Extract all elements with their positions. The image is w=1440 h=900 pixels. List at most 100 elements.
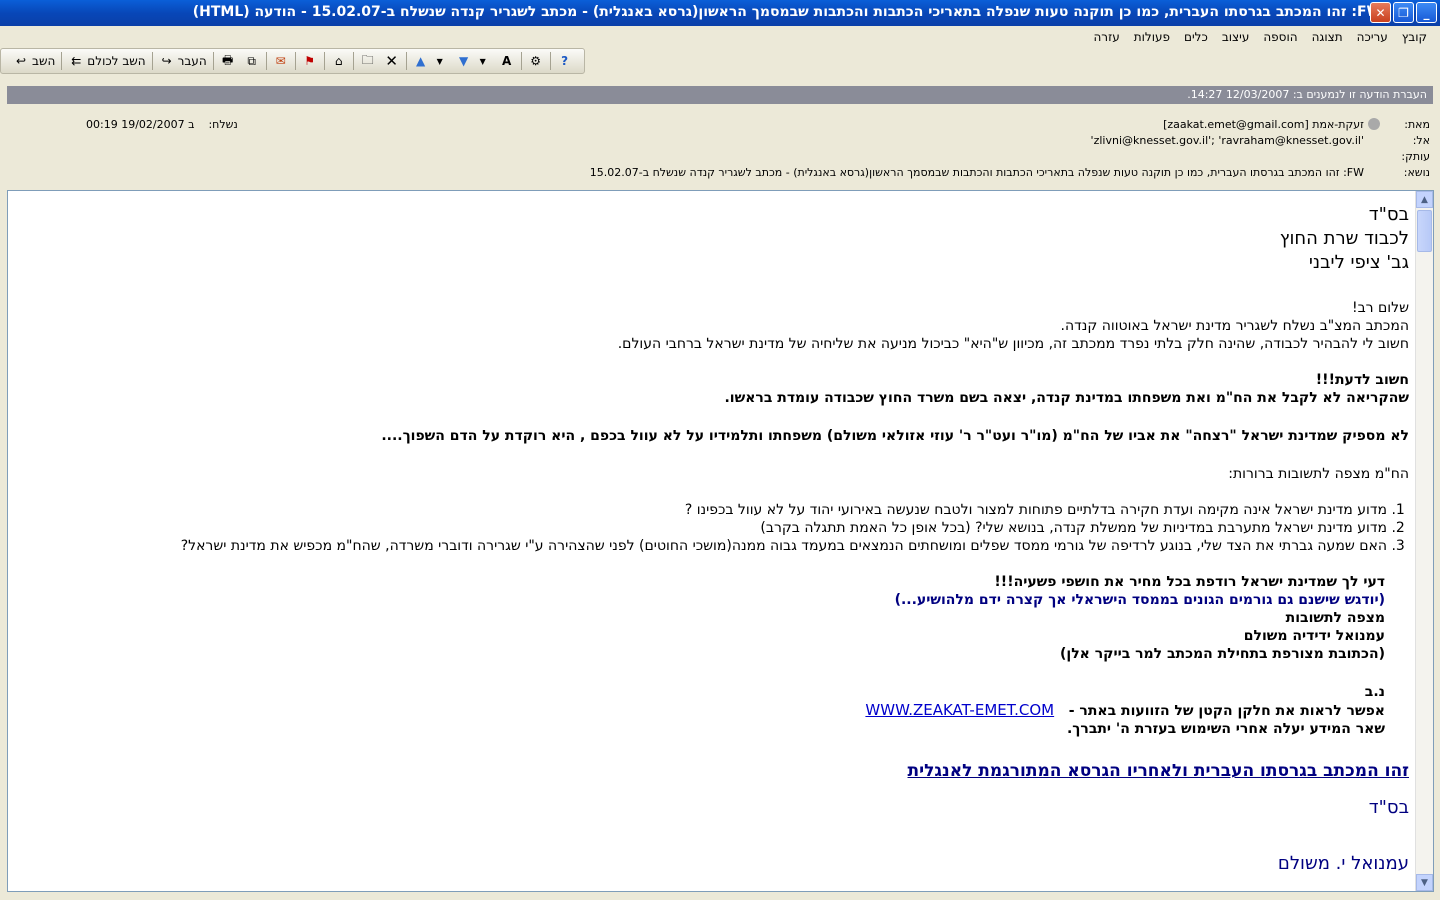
printer-icon: 🖶 [221,52,234,67]
menu-item[interactable]: קובץ [1395,30,1434,44]
reply-label: השב [32,54,56,68]
next-item-button[interactable]: ▼ ▼ [452,50,495,72]
toolbar-separator [151,52,153,70]
forward-icon: ↪ [161,54,172,68]
sent-info: נשלח: ב 19/02/2007 00:19 [86,118,238,131]
website-link[interactable]: WWW.ZEAKAT-EMET.COM [865,701,1054,719]
move-button[interactable]: 🗀 [356,50,380,72]
status-icon [1368,118,1380,130]
scroll-up-button[interactable]: ▲ [1416,191,1433,208]
scroll-down-button[interactable]: ▼ [1416,874,1433,891]
cc-row: עותק: [1384,150,1440,166]
dropdown-icon: ▼ [479,56,486,66]
dropdown-icon: ▼ [436,56,443,66]
awaiting-answers: מצפה לתשובות [1285,610,1385,626]
menu-item[interactable]: עזרה [1086,30,1126,44]
flag-button[interactable]: ⚑ [298,50,322,72]
toolbar-separator [405,52,407,70]
delete-button[interactable]: ✕ [380,50,404,72]
paragraph-2: חשוב לי להבהיר לכבודה, שהינה חלק בלתי נפ… [617,336,1409,352]
menu-item[interactable]: עיצוב [1215,30,1257,44]
menu-item[interactable]: פעולות [1127,30,1177,44]
nb-line-1-text: אפשר לראות את חלקן הקטן של הזוועות באתר … [1068,703,1385,719]
nb-title: נ.ב [1364,684,1385,700]
to-row: אל: 'zlivni@knesset.gov.il'; 'ravraham@k… [1091,134,1440,150]
message-header: מאת: זעקת-אמת [zaakat.emet@gmail.com] אל… [0,110,1440,186]
subject-value: FW: זהו המכתב בגרסתו העברית, כמו כן תוקנ… [589,166,1364,179]
restore-button[interactable]: ❐ [1393,2,1414,23]
junk-button[interactable]: ✉ [269,50,293,72]
hebrew-version-link[interactable]: זהו המכתב בגרסתו העברית ולאחריו הגרסא המ… [908,761,1410,781]
not-enough-text: לא מספיק שמדינת ישראל "רצחה" את אביו של … [381,428,1409,444]
reply-all-label: השב לכולם [87,54,146,68]
from-label: מאת: [1404,118,1430,131]
menu-bar: קובץ עריכה תצוגה הוספה עיצוב כלים פעולות עזרה [0,26,1440,48]
help-icon: ? [561,54,569,68]
print-button[interactable]: 🖶 [216,50,240,72]
important-text: שהקריאה לא לקבל את הח"מ ואת משפחתו במדינ… [724,390,1409,406]
nb-line-2: שאר המידע יעלה אחרי השימוש בעזרת ה' יתבר… [1066,721,1385,737]
signature-2: עמנואל י. משולם [1277,853,1409,874]
from-row: מאת: זעקת-אמת [zaakat.emet@gmail.com] [1163,118,1440,134]
recipient-title: לכבוד שרת החוץ [1279,228,1409,249]
know-note: (יודגש שישנם גם גורמים הגונים בממסד הישר… [894,592,1385,608]
reply-all-button[interactable]: ⇇ השב לכולם [64,50,149,72]
delete-icon: ✕ [385,52,398,70]
menu-item[interactable]: הוספה [1256,30,1304,44]
bsd-heading: בס"ד [1368,204,1409,225]
address-book-icon: ⌂ [334,54,343,68]
from-value[interactable]: זעקת-אמת [zaakat.emet@gmail.com] [1163,118,1364,134]
font-size-button[interactable]: A [495,50,519,72]
question-3: האם שמעה גברתי את הצד שלי, בנוגע לרדיפה … [29,537,1387,555]
title-bar: FW: זהו המכתב בגרסתו העברית, כמו כן תוקנ… [0,0,1440,26]
hebrew-version-link-row: זהו המכתב בגרסתו העברית ולאחריו הגרסא המ… [29,760,1410,782]
menu-item[interactable]: עריכה [1350,30,1395,44]
flag-icon: ⚑ [304,54,316,68]
to-label: אל: [1412,134,1430,147]
toolbar-separator [265,52,267,70]
to-value[interactable]: 'zlivni@knesset.gov.il'; 'ravraham@kness… [1091,134,1364,150]
cc-label: עותק: [1401,150,1430,163]
message-body[interactable]: בס"ד לכבוד שרת החוץ גב' ציפי ליבני שלום … [7,190,1434,892]
bsd-heading-2: בס"ד [1368,797,1409,818]
close-button[interactable]: ✕ [1370,2,1391,23]
reply-icon: ↩ [15,54,27,68]
encoding-icon: ⚙ [530,54,542,68]
forward-button[interactable]: ↪ העבר [155,50,211,72]
menu-list: קובץ עריכה תצוגה הוספה עיצוב כלים פעולות עזרה [1086,30,1440,44]
junk-mail-icon: ✉ [275,54,286,68]
copy-icon: ⧉ [247,53,256,68]
scroll-thumb[interactable] [1417,210,1432,252]
down-arrow-icon: ▼ [459,54,469,68]
toolbar-separator [352,52,354,70]
question-2: מדוע מדינת ישראל מתערבת במדיניות של ממשל… [29,519,1387,537]
encoding-button[interactable]: ⚙ [524,50,548,72]
help-button[interactable]: ? [553,50,577,72]
vertical-scrollbar[interactable]: ▲ ▼ [1415,191,1433,891]
info-bar: העברת הודעה זו לנמענים ב: 12/03/2007 14:… [7,86,1433,104]
menu-item[interactable]: תצוגה [1305,30,1350,44]
toolbar-separator [323,52,325,70]
minimize-button[interactable]: _ [1416,2,1437,23]
expects-answers: הח"מ מצפה לתשובות ברורות: [1228,466,1409,482]
previous-item-button[interactable]: ▲ ▼ [409,50,452,72]
copy-button[interactable]: ⧉ [240,50,264,72]
subject-label: נושא: [1403,166,1430,179]
address-book-button[interactable]: ⌂ [327,50,351,72]
toolbar-separator [61,52,63,70]
attachment-note: (הכתובת מצורפת בתחילת המכתב למר בייקר אל… [1059,646,1385,662]
reply-button[interactable]: ↩ השב [9,50,59,72]
questions-list: מדוע מדינת ישראל אינה מקימה ועדת חקירה ב… [29,501,1409,555]
paragraph-1: המכתב המצ"ב נשלח לשגריר מדינת ישראל באוט… [1060,318,1409,334]
nb-line-1: אפשר לראות את חלקן הקטן של הזוועות באתר … [29,701,1385,720]
important-title: חשוב לדעת!!! [1315,372,1409,388]
message-content: בס"ד לכבוד שרת החוץ גב' ציפי ליבני שלום … [29,203,1409,876]
sent-value: ב 19/02/2007 00:19 [86,118,195,131]
question-1: מדוע מדינת ישראל אינה מקימה ועדת חקירה ב… [29,501,1387,519]
menu-item[interactable]: כלים [1177,30,1215,44]
know-text: דעי לך שמדינת ישראל רודפת בכל מחיר את חו… [994,574,1385,590]
toolbar-separator [294,52,296,70]
font-size-icon: A [502,54,512,68]
reply-all-icon: ⇇ [71,54,82,68]
up-arrow-icon: ▲ [416,54,426,68]
